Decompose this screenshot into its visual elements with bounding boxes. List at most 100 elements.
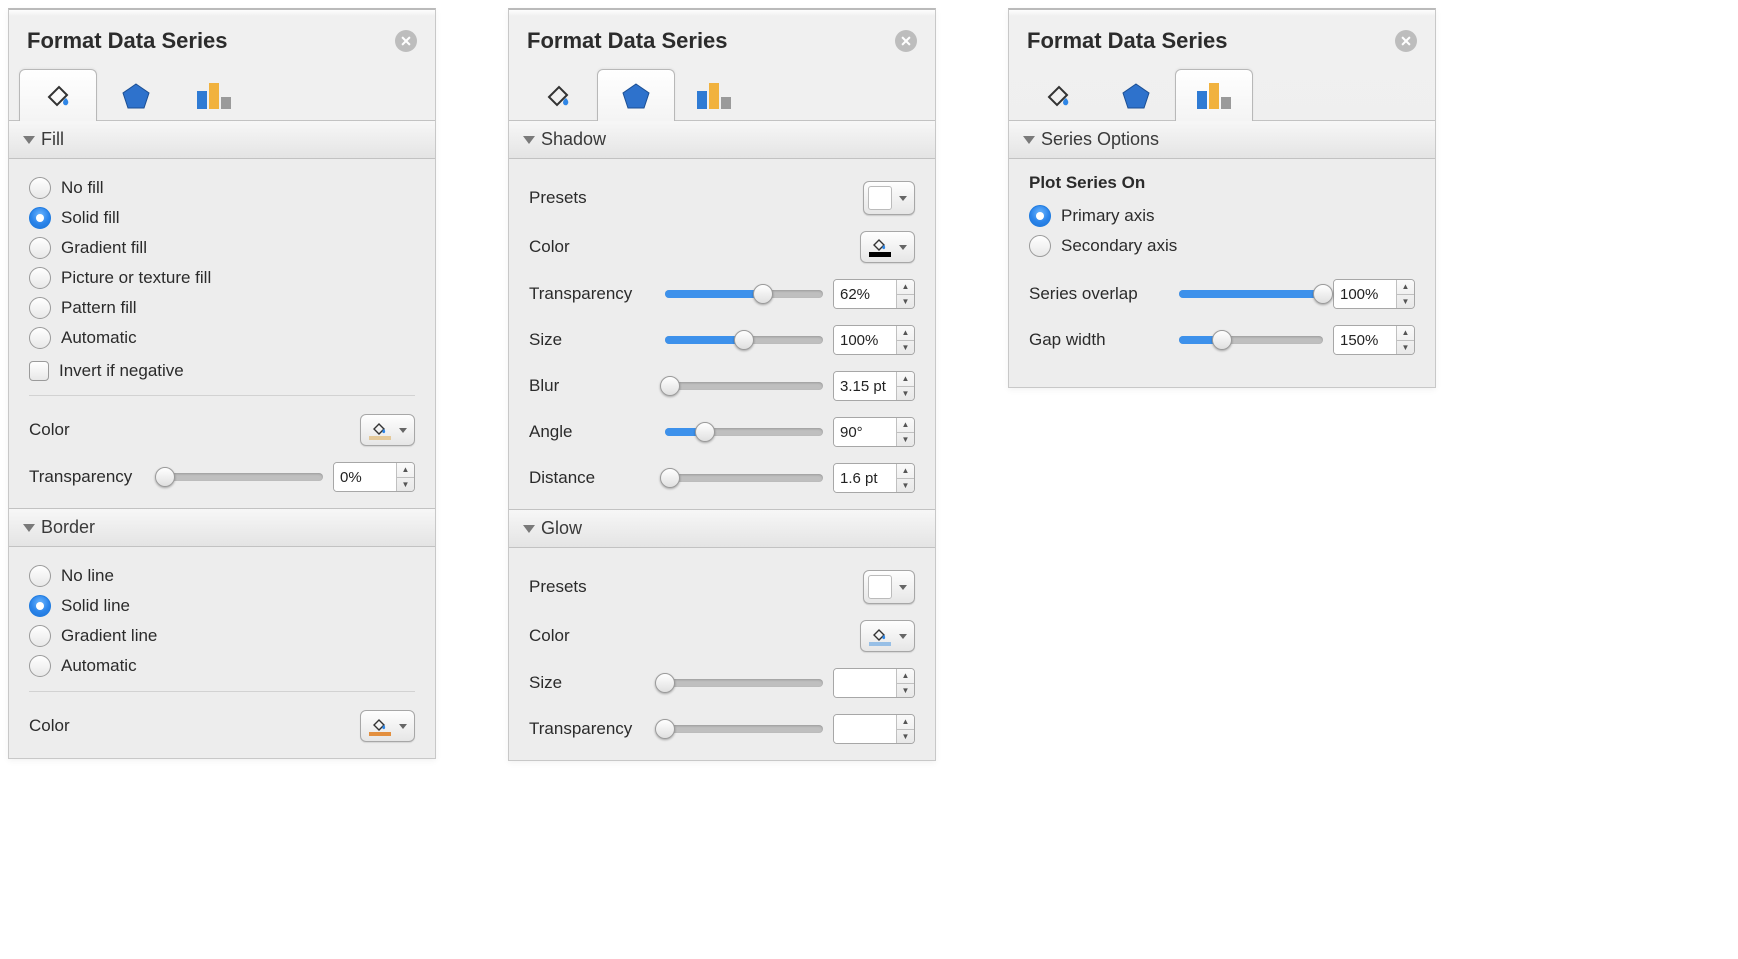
- shadow-size-input[interactable]: ▲▼: [833, 325, 915, 355]
- radio-no-fill[interactable]: No fill: [29, 173, 415, 203]
- fill-color-picker[interactable]: [360, 414, 415, 446]
- section-header-glow[interactable]: Glow: [509, 509, 935, 548]
- gap-width-slider[interactable]: [1179, 330, 1323, 350]
- spinner-value[interactable]: [1334, 326, 1396, 354]
- shadow-distance-input[interactable]: ▲▼: [833, 463, 915, 493]
- stepper-up-icon[interactable]: ▲: [1397, 280, 1414, 295]
- stepper-up-icon[interactable]: ▲: [897, 280, 914, 295]
- shadow-presets-picker[interactable]: [863, 181, 915, 215]
- series-overlap-slider[interactable]: [1179, 284, 1323, 304]
- control-label: Transparency: [529, 719, 655, 739]
- tab-fill-line[interactable]: [19, 69, 97, 121]
- stepper-down-icon[interactable]: ▼: [397, 478, 414, 492]
- radio-solid-line[interactable]: Solid line: [29, 591, 415, 621]
- checkbox-invert-negative[interactable]: Invert if negative: [29, 357, 415, 385]
- spinner-value[interactable]: [334, 463, 396, 491]
- shadow-transparency-slider[interactable]: [665, 284, 823, 304]
- glow-color-picker[interactable]: [860, 620, 915, 652]
- spinner-value[interactable]: [834, 372, 896, 400]
- spinner-value[interactable]: [834, 464, 896, 492]
- tab-series-options[interactable]: [1175, 69, 1253, 121]
- section-header-shadow[interactable]: Shadow: [509, 120, 935, 159]
- shadow-blur-input[interactable]: ▲▼: [833, 371, 915, 401]
- stepper-down-icon[interactable]: ▼: [897, 387, 914, 401]
- stepper-down-icon[interactable]: ▼: [1397, 295, 1414, 309]
- tab-effects[interactable]: [97, 69, 175, 121]
- radio-picture-fill[interactable]: Picture or texture fill: [29, 263, 415, 293]
- stepper-up-icon[interactable]: ▲: [897, 715, 914, 730]
- section-header-fill[interactable]: Fill: [9, 120, 435, 159]
- stepper-down-icon[interactable]: ▼: [897, 433, 914, 447]
- paint-bucket-icon: [541, 79, 575, 113]
- stepper-down-icon[interactable]: ▼: [897, 295, 914, 309]
- shadow-size-slider[interactable]: [665, 330, 823, 350]
- stepper-up-icon[interactable]: ▲: [397, 463, 414, 478]
- stepper-up-icon[interactable]: ▲: [897, 669, 914, 684]
- gap-width-input[interactable]: ▲▼: [1333, 325, 1415, 355]
- paint-bucket-icon: [41, 79, 75, 113]
- shadow-color-picker[interactable]: [860, 231, 915, 263]
- spinner-value[interactable]: [1334, 280, 1396, 308]
- glow-size-input[interactable]: ▲▼: [833, 668, 915, 698]
- color-label: Color: [529, 626, 655, 646]
- radio-label: Gradient line: [61, 626, 157, 646]
- fill-transparency-input[interactable]: ▲ ▼: [333, 462, 415, 492]
- stepper-up-icon[interactable]: ▲: [897, 372, 914, 387]
- radio-solid-fill[interactable]: Solid fill: [29, 203, 415, 233]
- tab-fill-line[interactable]: [1019, 69, 1097, 121]
- spinner-value[interactable]: [834, 669, 896, 697]
- stepper-down-icon[interactable]: ▼: [897, 341, 914, 355]
- color-label: Color: [529, 237, 655, 257]
- glow-transparency-input[interactable]: ▲▼: [833, 714, 915, 744]
- glow-presets-picker[interactable]: [863, 570, 915, 604]
- shadow-color-row: Color: [529, 223, 915, 271]
- radio-automatic-fill[interactable]: Automatic: [29, 323, 415, 353]
- spinner-value[interactable]: [834, 715, 896, 743]
- stepper-up-icon[interactable]: ▲: [1397, 326, 1414, 341]
- spinner-value[interactable]: [834, 280, 896, 308]
- radio-primary-axis[interactable]: Primary axis: [1029, 201, 1415, 231]
- series-overlap-input[interactable]: ▲▼: [1333, 279, 1415, 309]
- section-header-border[interactable]: Border: [9, 508, 435, 547]
- radio-label: No line: [61, 566, 114, 586]
- radio-secondary-axis[interactable]: Secondary axis: [1029, 231, 1415, 261]
- fill-transparency-slider[interactable]: [165, 467, 323, 487]
- radio-no-line[interactable]: No line: [29, 561, 415, 591]
- preset-swatch: [868, 186, 892, 210]
- tab-fill-line[interactable]: [519, 69, 597, 121]
- paint-bucket-icon: [1041, 79, 1075, 113]
- close-icon[interactable]: [1395, 30, 1417, 52]
- tab-effects[interactable]: [597, 69, 675, 121]
- stepper-down-icon[interactable]: ▼: [1397, 341, 1414, 355]
- shadow-angle-slider[interactable]: [665, 422, 823, 442]
- shadow-transparency-input[interactable]: ▲▼: [833, 279, 915, 309]
- radio-gradient-line[interactable]: Gradient line: [29, 621, 415, 651]
- shadow-blur-slider[interactable]: [665, 376, 823, 396]
- radio-gradient-fill[interactable]: Gradient fill: [29, 233, 415, 263]
- border-color-picker[interactable]: [360, 710, 415, 742]
- stepper-up-icon[interactable]: ▲: [897, 326, 914, 341]
- paint-bucket-icon: [371, 717, 389, 731]
- tab-series-options[interactable]: [675, 69, 753, 121]
- control-label: Size: [529, 673, 655, 693]
- close-icon[interactable]: [395, 30, 417, 52]
- stepper-down-icon[interactable]: ▼: [897, 479, 914, 493]
- stepper-up-icon[interactable]: ▲: [897, 464, 914, 479]
- close-icon[interactable]: [895, 30, 917, 52]
- shadow-presets-row: Presets: [529, 173, 915, 223]
- radio-icon: [1029, 235, 1051, 257]
- tab-series-options[interactable]: [175, 69, 253, 121]
- stepper-up-icon[interactable]: ▲: [897, 418, 914, 433]
- radio-automatic-line[interactable]: Automatic: [29, 651, 415, 681]
- shadow-angle-input[interactable]: ▲▼: [833, 417, 915, 447]
- shadow-distance-slider[interactable]: [665, 468, 823, 488]
- spinner-value[interactable]: [834, 418, 896, 446]
- tab-effects[interactable]: [1097, 69, 1175, 121]
- radio-pattern-fill[interactable]: Pattern fill: [29, 293, 415, 323]
- spinner-value[interactable]: [834, 326, 896, 354]
- section-header-series-options[interactable]: Series Options: [1009, 120, 1435, 159]
- stepper-down-icon[interactable]: ▼: [897, 684, 914, 698]
- stepper-down-icon[interactable]: ▼: [897, 730, 914, 744]
- glow-transparency-slider[interactable]: [665, 719, 823, 739]
- glow-size-slider[interactable]: [665, 673, 823, 693]
